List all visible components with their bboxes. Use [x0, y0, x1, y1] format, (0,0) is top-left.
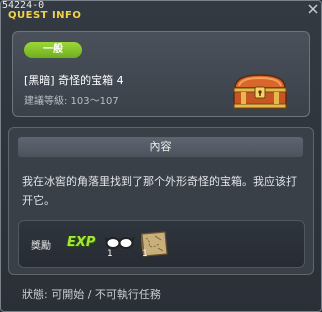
exp-icon: EXP: [67, 235, 96, 250]
reward-quantity: 1: [107, 249, 113, 259]
quest-description: 我在冰窖的角落里找到了那个外形奇怪的宝箱。我应该打开它。: [22, 175, 297, 207]
reward-label: 獎勵: [31, 241, 51, 252]
content-header: 內容: [18, 137, 303, 157]
window-title: QUEST INFO: [8, 10, 82, 21]
treasure-chest-icon: [233, 74, 287, 109]
close-icon[interactable]: [307, 3, 319, 15]
quest-status: 狀態: 可開始 / 不可執行任務: [22, 288, 161, 301]
quest-summary-panel: 一般 [黑暗] 奇怪的宝箱 4 建議等級: 103～107: [12, 31, 310, 117]
quest-info-window: 54224-0 QUEST INFO 一般 [黑暗] 奇怪的宝箱 4 建議等級:…: [0, 0, 322, 312]
category-badge: 一般: [24, 42, 82, 58]
reward-quantity: 1: [142, 249, 148, 259]
quest-name: [黑暗] 奇怪的宝箱 4: [24, 74, 124, 87]
recommended-level: 建議等級: 103～107: [24, 96, 119, 107]
reward-box: 獎勵 EXP 1 1: [18, 220, 305, 268]
quest-content-panel: 內容 我在冰窖的角落里找到了那个外形奇怪的宝箱。我应该打开它。 獎勵 EXP 1…: [8, 127, 314, 275]
